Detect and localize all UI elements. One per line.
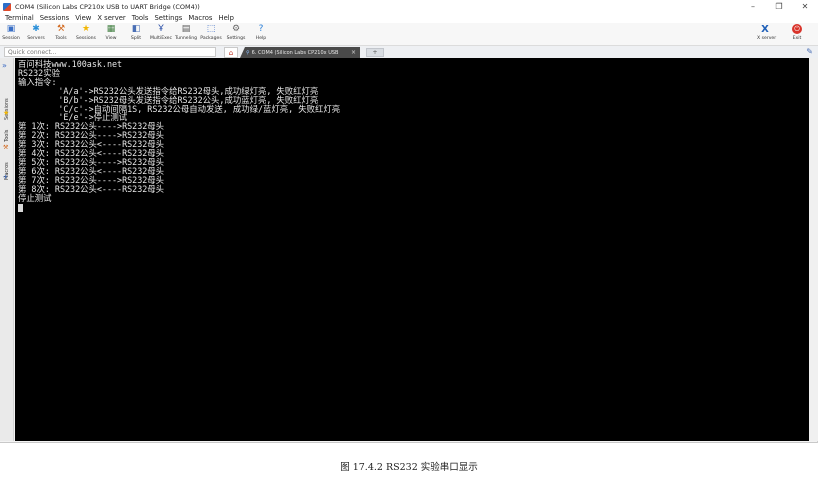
- tab-close-button[interactable]: ×: [351, 47, 356, 58]
- macros-icon: ✈: [3, 174, 9, 181]
- menu-sessions[interactable]: Sessions: [40, 14, 69, 22]
- figure-caption: 图 17.4.2 RS232 实验串口显示: [340, 462, 478, 473]
- star-icon: ★: [81, 24, 91, 34]
- menu-view[interactable]: View: [75, 14, 91, 22]
- packages-toolbar-button[interactable]: ⬚ Packages: [200, 23, 222, 45]
- power-icon: ⏻: [792, 24, 802, 34]
- settings-toolbar-button[interactable]: ⚙ Settings: [225, 23, 247, 45]
- tools-toolbar-button[interactable]: ⚒ Tools: [50, 23, 72, 45]
- sidebar-tab-tools-label: Tools: [4, 129, 10, 142]
- terminal-lines: 百问科技www.100ask.net RS232实验 输入指令: 'A/a'->…: [18, 60, 340, 212]
- terminal-line: RS232实验: [18, 67, 60, 78]
- session-icon: ▣: [6, 24, 16, 34]
- menu-help[interactable]: Help: [218, 14, 234, 22]
- tab-com4-session[interactable]: ⚲ 6. COM4 (Silicon Labs CP210x USB ×: [240, 47, 360, 58]
- menu-terminal[interactable]: Terminal: [5, 14, 34, 22]
- servers-label: Servers: [27, 36, 45, 41]
- restore-button[interactable]: ❐: [766, 0, 792, 13]
- terminal-scrollbar[interactable]: [809, 58, 818, 441]
- packages-label: Packages: [200, 36, 222, 41]
- star-icon: ★: [3, 109, 10, 117]
- packages-icon: ⬚: [206, 24, 216, 34]
- view-toolbar-button[interactable]: ▦ View: [100, 23, 122, 45]
- multiexec-label: MultiExec: [149, 36, 173, 41]
- serial-port-icon: ⚲: [246, 49, 250, 56]
- terminal-line: 停止测试: [18, 192, 52, 203]
- toolbar: ▣ Session ✱ Servers ⚒ Tools ★ Sessions ▦ View ◧ Spl…: [0, 23, 818, 45]
- xserver-icon: X: [761, 24, 769, 35]
- session-label: Session: [2, 36, 20, 41]
- pen-icon[interactable]: ✎: [806, 47, 813, 56]
- menu-macros[interactable]: Macros: [188, 14, 212, 22]
- gear-icon: ⚙: [231, 24, 241, 34]
- tools-label: Tools: [55, 36, 67, 41]
- app-logo-icon: [3, 2, 11, 11]
- session-toolbar-button[interactable]: ▣ Session: [0, 23, 22, 45]
- servers-toolbar-button[interactable]: ✱ Servers: [25, 23, 47, 45]
- multiexec-icon: Ұ: [158, 24, 164, 34]
- tunneling-icon: ▤: [181, 24, 191, 34]
- window-title: COM4 (Silicon Labs CP210x USB to UART Br…: [15, 2, 200, 11]
- sidebar-tab-tools[interactable]: Tools: [1, 120, 13, 142]
- minimize-button[interactable]: –: [740, 0, 766, 13]
- split-toolbar-button[interactable]: ◧ Split: [125, 23, 147, 45]
- mobaxterm-window: COM4 (Silicon Labs CP210x USB to UART Br…: [0, 0, 818, 443]
- split-label: Split: [130, 36, 142, 41]
- session-tab-label: 6. COM4 (Silicon Labs CP210x USB: [251, 49, 339, 56]
- view-label: View: [105, 36, 117, 41]
- menu-tools[interactable]: Tools: [132, 14, 149, 22]
- menu-settings[interactable]: Settings: [154, 14, 182, 22]
- xserver-button[interactable]: X X server: [757, 23, 776, 45]
- home-tab[interactable]: ⌂: [224, 47, 238, 58]
- exit-button[interactable]: ⏻ Exit: [792, 23, 802, 45]
- view-icon: ▦: [106, 24, 116, 34]
- terminal-line: 百问科技www.100ask.net: [18, 59, 123, 69]
- sessions-toolbar-button[interactable]: ★ Sessions: [75, 23, 97, 45]
- tools-icon: ⚒: [56, 24, 66, 34]
- terminal-cursor: [18, 203, 23, 212]
- title-bar[interactable]: COM4 (Silicon Labs CP210x USB to UART Br…: [0, 0, 818, 13]
- close-button[interactable]: ✕: [792, 0, 818, 13]
- help-icon: ?: [258, 24, 264, 34]
- quick-connect-input[interactable]: [4, 47, 216, 57]
- tunneling-toolbar-button[interactable]: ▤ Tunneling: [175, 23, 197, 45]
- menu-bar: Terminal Sessions View X server Tools Se…: [0, 13, 818, 23]
- terminal-output[interactable]: 百问科技www.100ask.net RS232实验 输入指令: 'A/a'->…: [15, 58, 809, 441]
- settings-label: Settings: [226, 36, 246, 41]
- quick-connect-bar: ⌂ ⚲ 6. COM4 (Silicon Labs CP210x USB × +…: [0, 45, 818, 58]
- exit-label: Exit: [792, 36, 802, 41]
- multiexec-toolbar-button[interactable]: Ұ MultiExec: [150, 23, 172, 45]
- sessions-label: Sessions: [76, 36, 96, 41]
- side-panel: » Sessions ★ Tools ⚒ Macros ✈: [0, 58, 14, 441]
- terminal-line: 第 8次: RS232公头<----RS232母头: [18, 183, 165, 194]
- help-toolbar-button[interactable]: ? Help: [250, 23, 272, 45]
- menu-xserver[interactable]: X server: [97, 14, 125, 22]
- new-tab-button[interactable]: +: [366, 48, 384, 57]
- expand-sidebar-button[interactable]: »: [2, 61, 7, 70]
- home-icon: ⌂: [228, 48, 234, 57]
- tunneling-label: Tunneling: [174, 36, 198, 41]
- help-label: Help: [255, 36, 267, 41]
- tools-icon: ⚒: [3, 144, 9, 151]
- xserver-label: X server: [757, 36, 777, 41]
- servers-icon: ✱: [32, 24, 40, 34]
- split-icon: ◧: [131, 24, 141, 34]
- window-controls: – ❐ ✕: [740, 0, 818, 13]
